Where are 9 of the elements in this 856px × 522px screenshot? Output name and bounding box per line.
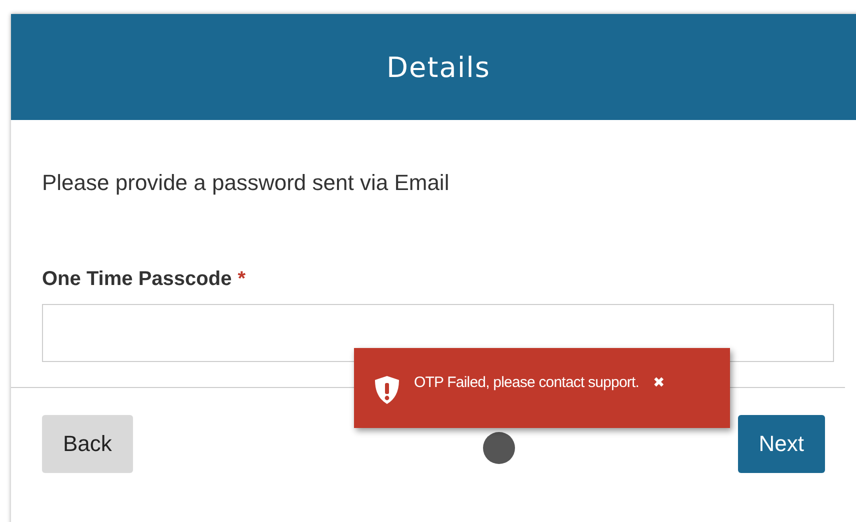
back-button[interactable]: Back bbox=[42, 415, 133, 473]
shield-alert-icon bbox=[374, 375, 400, 405]
instruction-text: Please provide a password sent via Email bbox=[42, 169, 450, 196]
field-label: One Time Passcode bbox=[42, 268, 232, 291]
error-message: OTP Failed, please contact support. bbox=[414, 374, 640, 390]
header-title: Details bbox=[386, 50, 491, 84]
required-mark: * bbox=[238, 268, 246, 291]
next-button[interactable]: Next bbox=[738, 415, 825, 473]
close-icon[interactable]: ✖ bbox=[653, 374, 666, 390]
